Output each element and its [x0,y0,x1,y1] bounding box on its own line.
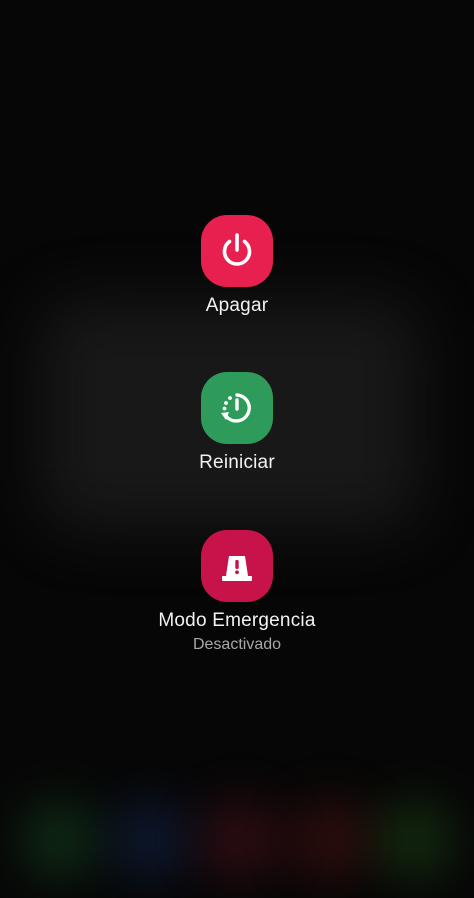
restart-label: Reiniciar [199,452,275,473]
emergency-mode-button[interactable] [201,530,273,602]
restart-button[interactable] [201,372,273,444]
emergency-mode-label: Modo Emergencia [158,610,316,631]
power-off-label: Apagar [205,295,269,316]
power-menu-screen: Apagar Reiniciar Modo Emergencia Desacti… [0,0,474,898]
emergency-beacon-icon [222,556,252,581]
restart-icon [221,393,251,423]
power-options-menu: Apagar Reiniciar Modo Emergencia Desacti… [0,0,474,898]
power-off-option[interactable]: Apagar [0,215,474,317]
emergency-mode-option[interactable]: Modo Emergencia Desactivado [0,530,474,654]
restart-option[interactable]: Reiniciar [0,372,474,474]
power-off-button[interactable] [201,215,273,287]
emergency-mode-status: Desactivado [192,636,282,653]
power-icon [222,233,252,266]
